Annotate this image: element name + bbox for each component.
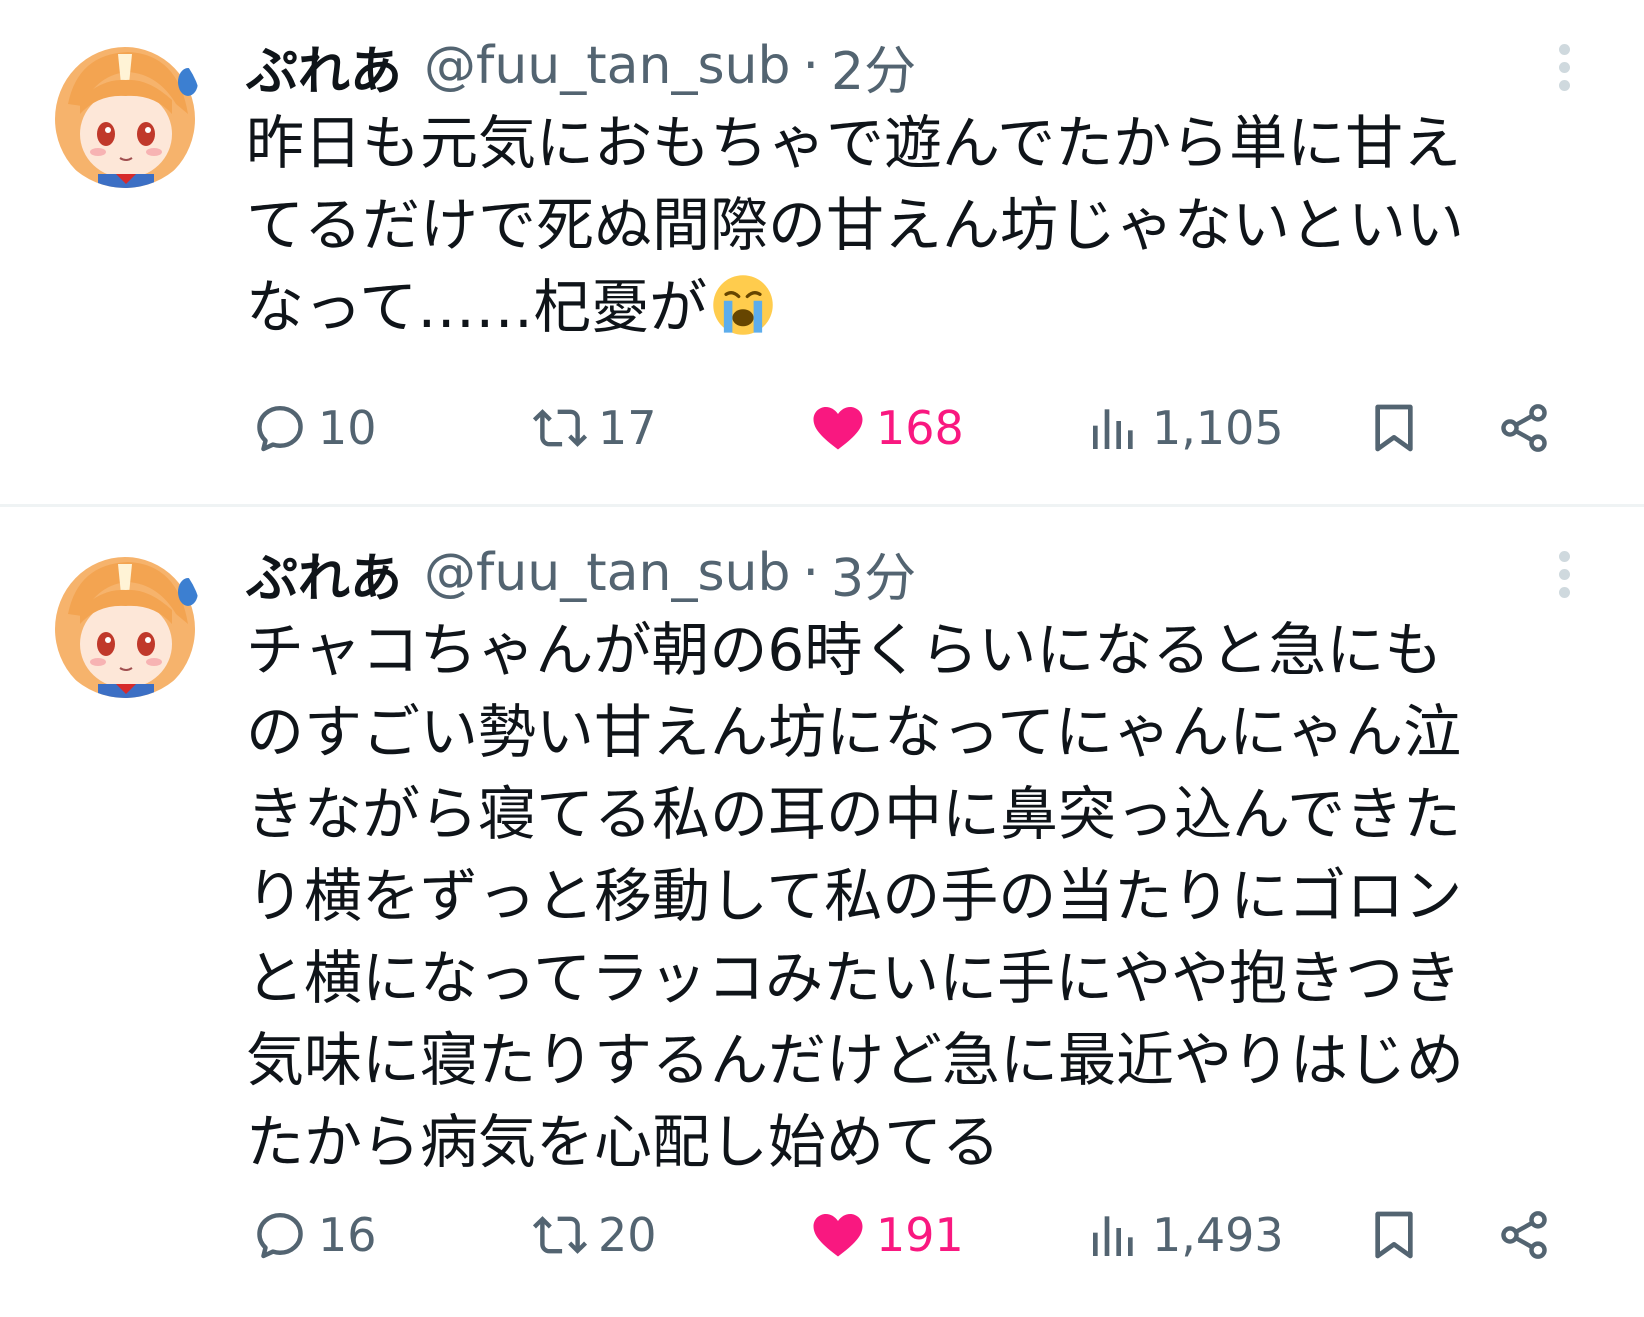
author-name[interactable]: ぷれあ bbox=[246, 536, 402, 611]
retweet-button[interactable]: 20 bbox=[532, 1195, 657, 1275]
views-button[interactable]: 1,493 bbox=[1086, 1195, 1284, 1275]
retweet-icon bbox=[532, 400, 588, 456]
timestamp[interactable]: 2分 bbox=[831, 29, 916, 104]
avatar[interactable] bbox=[48, 34, 202, 188]
text-line: と横になってラッコみたいに手にやや抱きつき bbox=[246, 944, 1462, 1012]
tweet[interactable]: ぷれあ @fuu_tan_sub · 2分 昨日も元気におもちゃで遊んでたから単… bbox=[0, 0, 1644, 504]
share-icon bbox=[1496, 1207, 1552, 1263]
heart-icon bbox=[810, 1207, 866, 1263]
action-bar: 10 17 168 1,105 bbox=[0, 388, 1644, 468]
retweet-count: 17 bbox=[598, 401, 657, 455]
separator: · bbox=[802, 543, 820, 603]
text-line: 気味に寝たりするんだけど急に最近やりはじめ bbox=[246, 1026, 1465, 1094]
action-bar: 16 20 191 1,493 bbox=[0, 1195, 1644, 1275]
text-line: のすごい勢い甘えん坊になってにゃんにゃん泣 bbox=[246, 698, 1462, 766]
views-count: 1,105 bbox=[1152, 401, 1284, 455]
text-line: チャコちゃんが朝の6時くらいになると急にも bbox=[246, 616, 1443, 684]
more-icon[interactable] bbox=[1550, 545, 1578, 615]
tweet[interactable]: ぷれあ @fuu_tan_sub · 3分 チャコちゃんが朝の6時くらいになると… bbox=[0, 507, 1644, 1317]
text-line: 昨日も元気におもちゃで遊んでたから単に甘え bbox=[246, 109, 1462, 177]
heart-icon bbox=[810, 400, 866, 456]
author-handle[interactable]: @fuu_tan_sub bbox=[424, 543, 791, 603]
retweet-count: 20 bbox=[598, 1208, 657, 1262]
views-icon bbox=[1086, 1207, 1142, 1263]
reply-button[interactable]: 10 bbox=[252, 388, 377, 468]
avatar[interactable] bbox=[48, 544, 202, 698]
author-handle[interactable]: @fuu_tan_sub bbox=[424, 36, 791, 96]
text-line: り横をずっと移動して私の手の当たりにゴロン bbox=[246, 862, 1463, 930]
share-icon bbox=[1496, 400, 1552, 456]
like-button[interactable]: 168 bbox=[810, 388, 964, 468]
tweet-header: ぷれあ @fuu_tan_sub · 2分 bbox=[246, 28, 916, 104]
text-line: たから病気を心配し始めてる bbox=[246, 1108, 1001, 1176]
views-button[interactable]: 1,105 bbox=[1086, 388, 1284, 468]
retweet-button[interactable]: 17 bbox=[532, 388, 657, 468]
reply-button[interactable]: 16 bbox=[252, 1195, 377, 1275]
more-icon[interactable] bbox=[1550, 38, 1578, 108]
text-line: なって……杞憂が bbox=[246, 266, 1586, 348]
retweet-icon bbox=[532, 1207, 588, 1263]
reply-count: 10 bbox=[318, 401, 377, 455]
tweet-header: ぷれあ @fuu_tan_sub · 3分 bbox=[246, 535, 916, 611]
author-name[interactable]: ぷれあ bbox=[246, 29, 402, 104]
text-line: きながら寝てる私の耳の中に鼻突っ込んできた bbox=[246, 780, 1462, 848]
reply-count: 16 bbox=[318, 1208, 377, 1262]
like-count: 191 bbox=[876, 1208, 964, 1262]
bookmark-icon bbox=[1366, 400, 1422, 456]
views-icon bbox=[1086, 400, 1142, 456]
tweet-text: 昨日も元気におもちゃで遊んでたから単に甘え てるだけで死ぬ間際の甘えん坊じゃない… bbox=[246, 102, 1586, 348]
views-count: 1,493 bbox=[1152, 1208, 1284, 1262]
separator: · bbox=[802, 36, 820, 96]
like-button[interactable]: 191 bbox=[810, 1195, 964, 1275]
reply-icon bbox=[252, 400, 308, 456]
bookmark-icon bbox=[1366, 1207, 1422, 1263]
share-button[interactable] bbox=[1496, 388, 1552, 468]
tweet-text: チャコちゃんが朝の6時くらいになると急にも のすごい勢い甘えん坊になってにゃんに… bbox=[246, 609, 1586, 1183]
reply-icon bbox=[252, 1207, 308, 1263]
like-count: 168 bbox=[876, 401, 964, 455]
bookmark-button[interactable] bbox=[1366, 1195, 1422, 1275]
share-button[interactable] bbox=[1496, 1195, 1552, 1275]
timestamp[interactable]: 3分 bbox=[831, 536, 916, 611]
text-line: てるだけで死ぬ間際の甘えん坊じゃないといい bbox=[246, 191, 1465, 259]
bookmark-button[interactable] bbox=[1366, 388, 1422, 468]
loudly-crying-face-emoji bbox=[709, 271, 777, 339]
